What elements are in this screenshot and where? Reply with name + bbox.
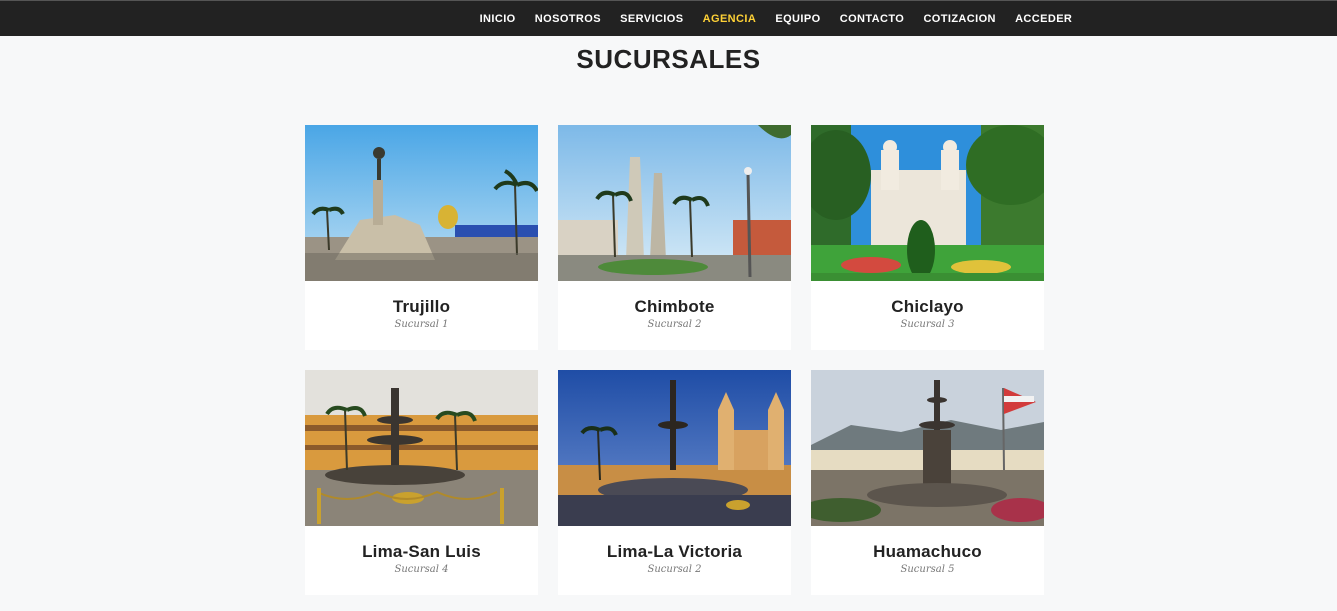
branch-name: Lima-La Victoria [606, 542, 743, 561]
branch-card-trujillo[interactable]: Trujillo Sucursal 1 [305, 125, 538, 350]
branch-subtitle: Sucursal 3 [900, 319, 955, 330]
cathedral-night-image [558, 370, 791, 526]
plaza-monument-image [305, 125, 538, 281]
cathedral-garden-image [811, 125, 1044, 281]
branch-subtitle: Sucursal 5 [900, 564, 955, 575]
branch-caption: Lima-La Victoria Sucursal 2 [558, 526, 791, 595]
branch-card-huamachuco[interactable]: Huamachuco Sucursal 5 [811, 370, 1044, 595]
branch-photo-trujillo[interactable] [305, 125, 538, 281]
branch-caption: Chimbote Sucursal 2 [558, 281, 791, 350]
nav-item-agencia[interactable]: AGENCIA [693, 13, 766, 25]
plaza-fountain-image [305, 370, 538, 526]
branch-caption: Lima-San Luis Sucursal 4 [305, 526, 538, 595]
nav-menu: INICIO NOSOTROS SERVICIOS AGENCIA EQUIPO… [470, 1, 1082, 36]
branch-photo-huamachuco[interactable] [811, 370, 1044, 526]
nav-item-contacto[interactable]: CONTACTO [830, 13, 914, 25]
branch-caption: Chiclayo Sucursal 3 [811, 281, 1044, 350]
branch-subtitle: Sucursal 2 [647, 564, 702, 575]
fountain-mountains-image [811, 370, 1044, 526]
branch-caption: Trujillo Sucursal 1 [305, 281, 538, 350]
page-title: SUCURSALES [576, 44, 761, 74]
branch-name: Chimbote [634, 297, 715, 316]
branch-photo-lima-san-luis[interactable] [305, 370, 538, 526]
branch-card-lima-la-victoria[interactable]: Lima-La Victoria Sucursal 2 [558, 370, 791, 595]
branch-card-chiclayo[interactable]: Chiclayo Sucursal 3 [811, 125, 1044, 350]
branch-photo-chiclayo[interactable] [811, 125, 1044, 281]
top-navbar: INICIO NOSOTROS SERVICIOS AGENCIA EQUIPO… [0, 0, 1337, 36]
branch-photo-lima-la-victoria[interactable] [558, 370, 791, 526]
branches-grid: Trujillo Sucursal 1 Chimbote Sucursal 2 … [305, 125, 1044, 595]
branch-subtitle: Sucursal 4 [394, 564, 449, 575]
nav-item-equipo[interactable]: EQUIPO [766, 13, 830, 25]
plaza-obelisk-image [558, 125, 791, 281]
nav-item-cotizacion[interactable]: COTIZACION [914, 13, 1006, 25]
nav-item-nosotros[interactable]: NOSOTROS [525, 13, 610, 25]
branch-photo-chimbote[interactable] [558, 125, 791, 281]
nav-item-acceder[interactable]: ACCEDER [1005, 13, 1081, 25]
branch-name: Trujillo [392, 297, 451, 316]
branch-card-lima-san-luis[interactable]: Lima-San Luis Sucursal 4 [305, 370, 538, 595]
branch-caption: Huamachuco Sucursal 5 [811, 526, 1044, 595]
branch-name: Lima-San Luis [362, 542, 481, 561]
branch-name: Huamachuco [873, 542, 982, 561]
nav-item-servicios[interactable]: SERVICIOS [611, 13, 694, 25]
nav-item-inicio[interactable]: INICIO [470, 13, 525, 25]
branch-subtitle: Sucursal 2 [647, 319, 702, 330]
branch-subtitle: Sucursal 1 [394, 319, 449, 330]
branch-name: Chiclayo [891, 297, 964, 316]
branch-card-chimbote[interactable]: Chimbote Sucursal 2 [558, 125, 791, 350]
